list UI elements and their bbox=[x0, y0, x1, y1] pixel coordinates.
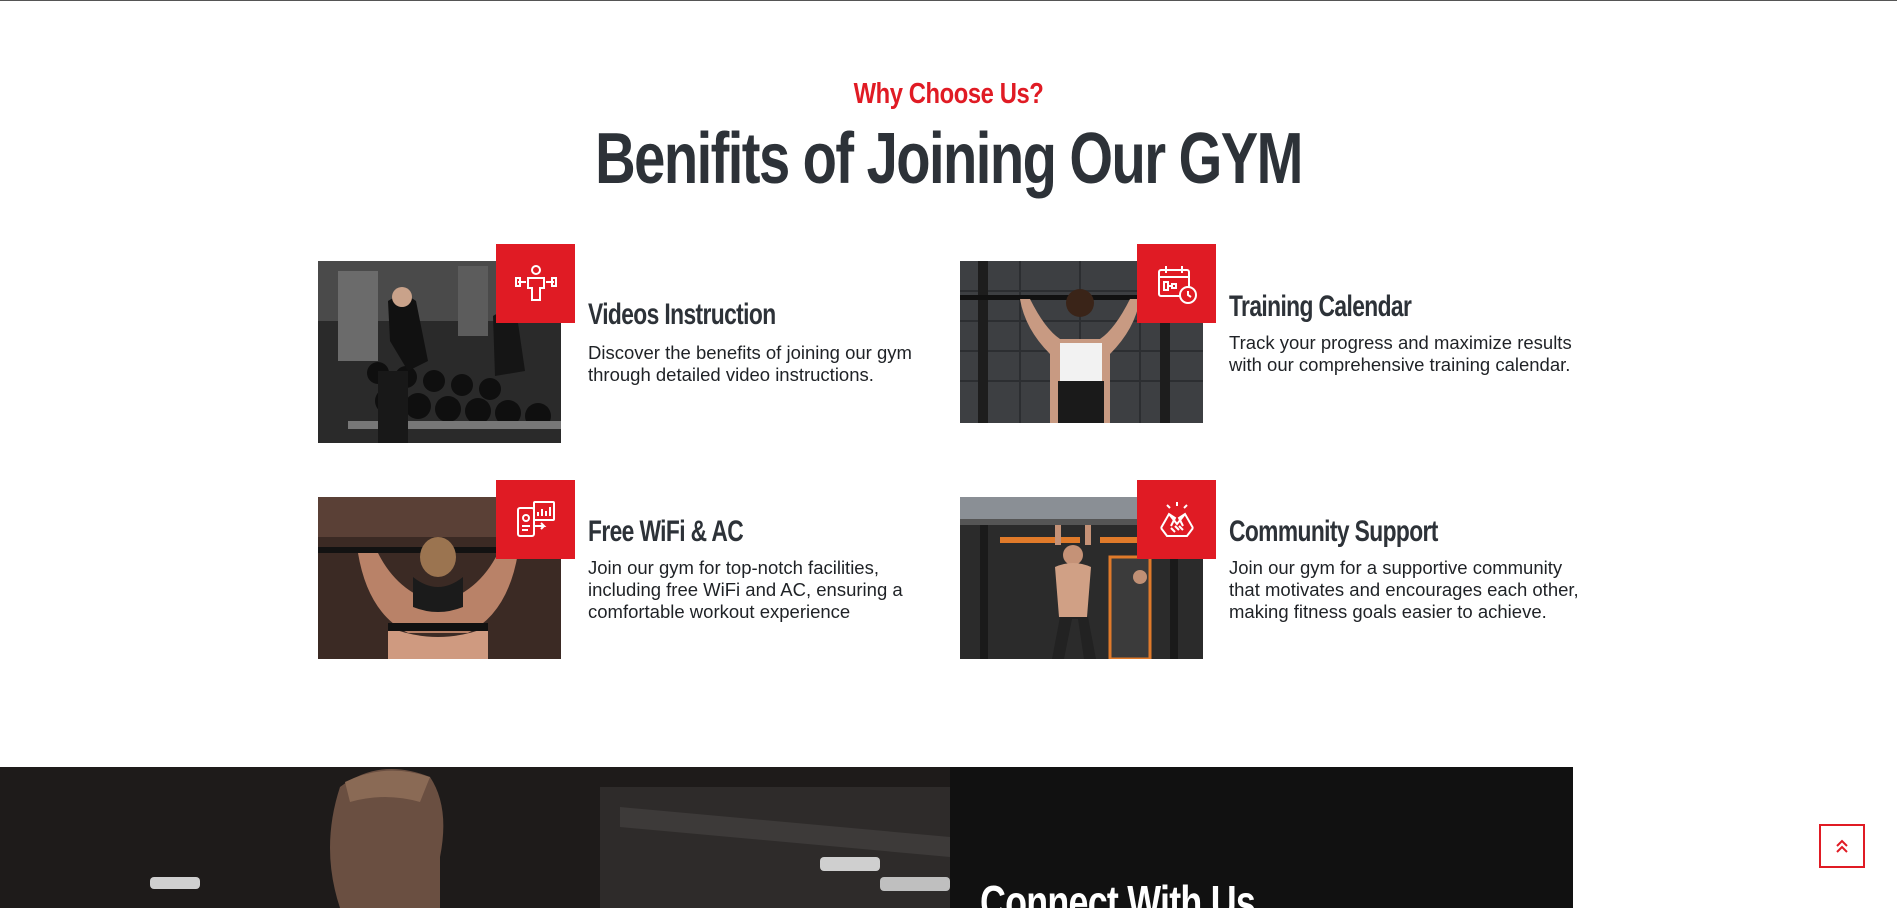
benefit-description: Track your progress and maximize results… bbox=[1229, 332, 1572, 375]
section-title: Benifits of Joining Our GYM bbox=[595, 119, 1303, 199]
scroll-to-top-button[interactable] bbox=[1819, 824, 1865, 868]
benefit-description: Discover the benefits of joining our gym… bbox=[588, 342, 912, 385]
benefit-icon-box bbox=[1137, 244, 1216, 323]
benefit-title: Community Support bbox=[1229, 515, 1438, 548]
calendar-clock-icon bbox=[1157, 265, 1197, 304]
connect-panel: Connect With Us bbox=[950, 767, 1573, 908]
benefit-title: Training Calendar bbox=[1229, 290, 1412, 323]
section-header: Why Choose Us? Benifits of Joining Our G… bbox=[0, 78, 1897, 201]
benefit-description: Join our gym for top-notch facilities, i… bbox=[588, 557, 903, 622]
trainer-portrait-photo bbox=[0, 767, 950, 908]
double-chevron-up-icon bbox=[1836, 839, 1848, 853]
benefit-description: Join our gym for a supportive community … bbox=[1229, 557, 1579, 622]
benefit-title: Videos Instruction bbox=[588, 298, 776, 331]
benefit-title: Free WiFi & AC bbox=[588, 515, 744, 548]
benefit-icon-box bbox=[1137, 480, 1216, 559]
benefit-icon-box bbox=[496, 480, 575, 559]
handshake-icon bbox=[1159, 501, 1194, 537]
benefit-icon-box bbox=[496, 244, 575, 323]
top-divider bbox=[0, 0, 1897, 1]
tablet-stats-icon bbox=[516, 500, 555, 537]
connect-title: Connect With Us bbox=[980, 876, 1256, 908]
trainer-icon bbox=[514, 264, 557, 301]
section-eyebrow: Why Choose Us? bbox=[853, 78, 1044, 110]
